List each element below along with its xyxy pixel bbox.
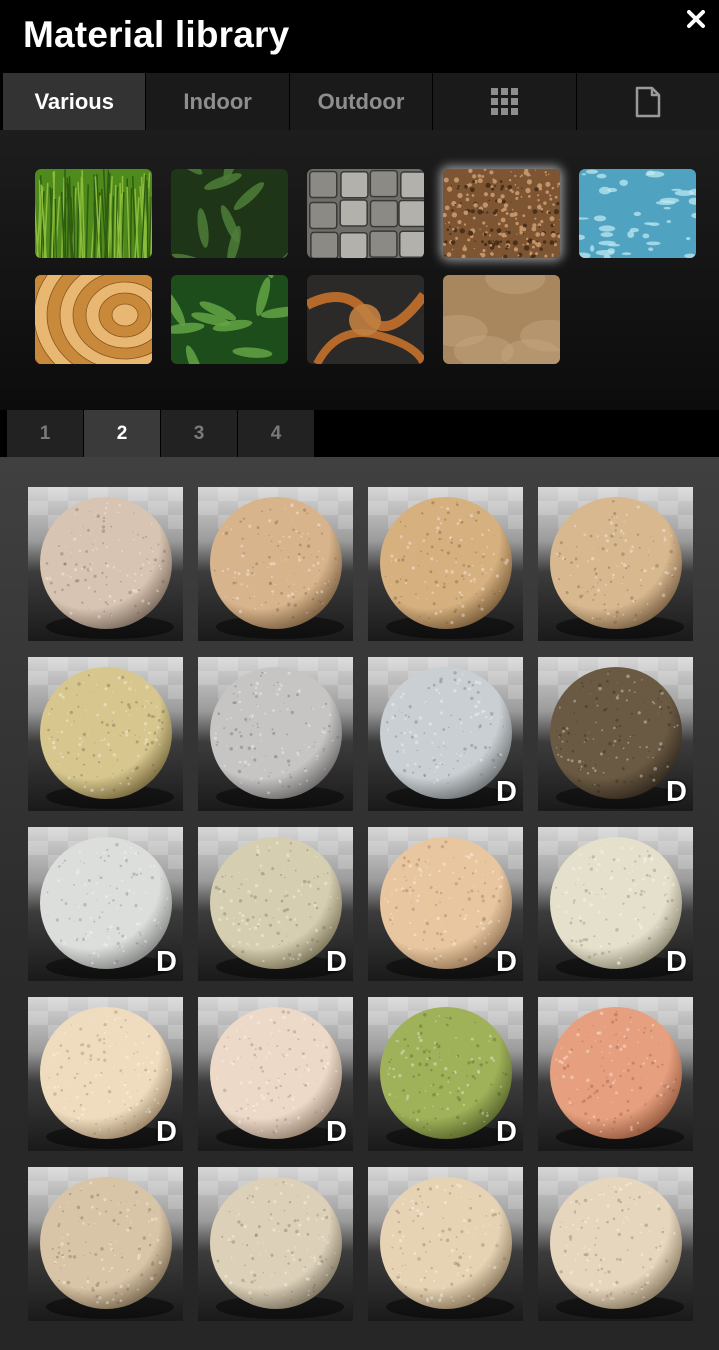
material-thumb-foliage[interactable]: [171, 275, 288, 364]
material-thumb-stone-wall[interactable]: [307, 169, 424, 258]
material-thumb-abstract-metal[interactable]: [307, 275, 424, 364]
material-preview[interactable]: D: [538, 657, 693, 811]
material-preview[interactable]: D: [28, 997, 183, 1151]
displacement-badge: D: [666, 776, 687, 808]
material-preview[interactable]: [28, 487, 183, 641]
close-icon[interactable]: [685, 8, 707, 30]
material-preview[interactable]: [28, 1167, 183, 1321]
material-preview[interactable]: D: [198, 997, 353, 1151]
material-preview[interactable]: [538, 997, 693, 1151]
displacement-badge: D: [666, 946, 687, 978]
material-preview[interactable]: D: [368, 997, 523, 1151]
document-icon: [635, 86, 661, 117]
category-tabs: Various Indoor Outdoor: [3, 73, 719, 130]
material-thumb-wood[interactable]: [35, 275, 152, 364]
material-preview[interactable]: D: [538, 827, 693, 981]
category-thumbnails: [0, 130, 719, 410]
displacement-badge: D: [156, 1116, 177, 1148]
page-tab[interactable]: 3: [161, 410, 237, 457]
page-tab[interactable]: 2: [84, 410, 160, 457]
tab-document[interactable]: [576, 73, 719, 130]
grid-icon: [490, 88, 518, 115]
tab-label: Outdoor: [317, 88, 405, 114]
tab-grid-view[interactable]: [433, 73, 577, 130]
page-selector: 1 2 3 4: [7, 410, 315, 457]
title-bar: Material library: [0, 0, 719, 73]
material-preview[interactable]: [538, 487, 693, 641]
material-thumb-water[interactable]: [579, 169, 696, 258]
material-thumb-leaves[interactable]: [171, 169, 288, 258]
material-preview[interactable]: D: [368, 657, 523, 811]
material-preview[interactable]: D: [28, 827, 183, 981]
tab-indoor[interactable]: Indoor: [146, 73, 290, 130]
tab-label: Indoor: [183, 88, 252, 114]
displacement-badge: D: [156, 946, 177, 978]
tab-label: Various: [34, 88, 114, 114]
material-preview[interactable]: [198, 487, 353, 641]
window-title: Material library: [23, 14, 290, 55]
displacement-badge: D: [496, 946, 517, 978]
material-library-panel: Material library Various Indoor Outdoor …: [0, 0, 719, 1350]
material-preview[interactable]: [198, 657, 353, 811]
displacement-badge: D: [496, 1116, 517, 1148]
material-preview[interactable]: [28, 657, 183, 811]
material-preview[interactable]: [368, 487, 523, 641]
displacement-badge: D: [496, 776, 517, 808]
displacement-badge: D: [326, 946, 347, 978]
tab-various[interactable]: Various: [3, 73, 147, 130]
displacement-badge: D: [326, 1116, 347, 1148]
material-thumb-soil[interactable]: [443, 169, 560, 258]
page-tab[interactable]: 1: [7, 410, 83, 457]
material-thumb-sand[interactable]: [443, 275, 560, 364]
material-thumb-grass[interactable]: [35, 169, 152, 258]
material-preview[interactable]: D: [368, 827, 523, 981]
material-preview[interactable]: [538, 1167, 693, 1321]
tab-outdoor[interactable]: Outdoor: [289, 73, 434, 130]
material-preview[interactable]: [368, 1167, 523, 1321]
page-tab[interactable]: 4: [238, 410, 314, 457]
material-grid: D D D D D D D D D: [0, 457, 719, 1350]
material-preview[interactable]: D: [198, 827, 353, 981]
material-preview[interactable]: [198, 1167, 353, 1321]
